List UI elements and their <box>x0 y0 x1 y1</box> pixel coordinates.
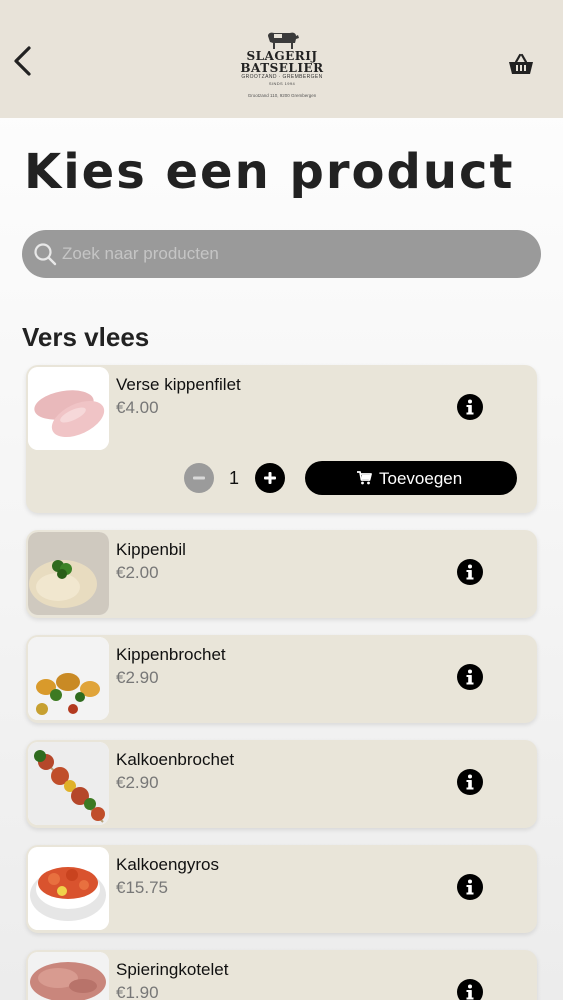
product-price: €2.90 <box>116 668 159 687</box>
increase-quantity-button[interactable] <box>255 463 285 493</box>
info-icon <box>466 879 474 895</box>
info-icon <box>466 984 474 1000</box>
product-image <box>28 952 109 1000</box>
logo-address: Grootzand 110, 9200 Grembergen <box>247 93 317 98</box>
add-to-cart-button[interactable]: Toevoegen <box>305 461 517 495</box>
cart-button[interactable] <box>506 50 536 80</box>
product-card[interactable]: Spieringkotelet €1.90 <box>26 950 537 1000</box>
product-image <box>28 742 109 825</box>
cart-icon <box>357 471 372 485</box>
product-image <box>28 847 109 930</box>
product-card[interactable]: Kippenbil €2.00 <box>26 530 537 618</box>
product-name: Verse kippenfilet <box>116 375 241 394</box>
section-title: Vers vlees <box>22 322 150 352</box>
logo-subtitle: GROOTZAND · GREMBERGEN <box>241 74 323 80</box>
product-name: Kalkoenbrochet <box>116 750 235 769</box>
product-image <box>28 532 109 615</box>
app-header: SLAGERIJ BATSELIER GROOTZAND · GREMBERGE… <box>0 0 563 118</box>
product-card[interactable]: Kalkoengyros €15.75 <box>26 845 537 933</box>
product-name: Kalkoengyros <box>116 855 220 874</box>
product-card[interactable]: Verse kippenfilet €4.00 1 Toevoegen <box>26 365 537 513</box>
chevron-left-icon <box>14 46 31 76</box>
info-icon <box>466 564 474 580</box>
product-name: Kippenbil <box>116 540 186 559</box>
product-price: €2.00 <box>116 563 159 582</box>
product-card[interactable]: Kalkoenbrochet €2.90 <box>26 740 537 828</box>
product-price: €15.75 <box>116 878 168 897</box>
plus-icon <box>264 472 276 484</box>
info-icon <box>466 774 474 790</box>
logo-since: SINDS 1994 <box>268 81 296 86</box>
product-price: €1.90 <box>116 983 159 1000</box>
search-input[interactable] <box>62 230 522 278</box>
add-to-cart-label: Toevoegen <box>379 469 463 488</box>
info-button[interactable] <box>457 664 483 690</box>
product-name: Spieringkotelet <box>116 960 229 979</box>
info-icon <box>466 669 474 685</box>
logo-name-line2: BATSELIER <box>240 61 324 75</box>
back-button[interactable] <box>10 44 40 80</box>
minus-icon <box>193 476 205 480</box>
product-name: Kippenbrochet <box>116 645 226 664</box>
info-button[interactable] <box>457 559 483 585</box>
search-bar[interactable] <box>22 230 541 278</box>
page-title: Kies een product <box>24 144 515 200</box>
product-card[interactable]: Kippenbrochet €2.90 <box>26 635 537 723</box>
info-button[interactable] <box>457 769 483 795</box>
product-price: €2.90 <box>116 773 159 792</box>
basket-icon <box>509 53 533 74</box>
product-image <box>28 637 109 720</box>
product-price: €4.00 <box>116 398 159 417</box>
info-button[interactable] <box>457 874 483 900</box>
quantity-value: 1 <box>228 468 239 488</box>
info-button[interactable] <box>457 979 483 1000</box>
info-button[interactable] <box>457 394 483 420</box>
decrease-quantity-button[interactable] <box>184 463 214 493</box>
product-image <box>28 367 109 450</box>
search-icon <box>34 243 57 266</box>
shop-logo: SLAGERIJ BATSELIER GROOTZAND · GREMBERGE… <box>232 28 332 108</box>
info-icon <box>466 399 474 415</box>
cow-icon <box>268 32 299 49</box>
